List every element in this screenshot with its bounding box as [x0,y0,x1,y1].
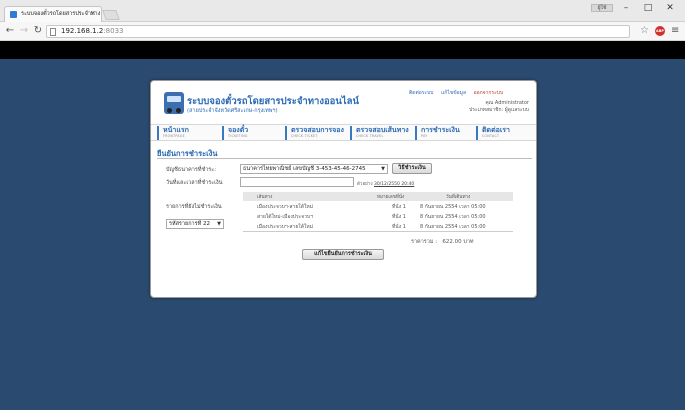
browser-tabstrip: ระบบจองตั๋วรถโดยสารประจำทาง × ผู้ใช้ – □… [0,0,685,22]
url-host: 192.168.1.2 [61,27,104,35]
total-value: 622.00 [442,239,462,245]
tab-title: ระบบจองตั๋วรถโดยสารประจำทาง [21,11,101,17]
contact-link[interactable]: ติดต่อระบบ [409,90,433,96]
trip-table-header: เส้นทาง หมายเลขที่นั่ง วันที่เดินทาง [243,192,513,201]
adblock-icon[interactable]: ABP [655,26,665,36]
table-divider [243,231,513,232]
browser-menu-icon[interactable]: ≡ [671,25,679,37]
chevron-down-icon: ▼ [381,166,385,172]
top-links: ติดต่อระบบ แก้ไขข้อมูล ออกจากระบบ [409,89,509,97]
nav-sublabel: CHECK TRAVEL [356,134,384,138]
main-nav: หน้าแรก FRONTPAGE จองตั๋ว TICKETING ตรวจ… [151,124,536,141]
nav-label: ตรวจสอบการจอง [291,126,344,134]
pending-order-select[interactable]: รหัสรายการที่ 22 ▼ [166,219,224,229]
nav-sublabel: CONTACT [482,134,500,138]
nav-check-ticket[interactable]: ตรวจสอบการจอง CHECK TICKET [285,126,344,140]
address-bar[interactable]: 192.168.1.2:8033 [46,25,630,38]
date-hint-prefix: ตัวอย่าง [357,182,373,187]
payment-date-label: วันที่และเวลาที่ชำระเงิน [166,180,223,186]
column-date: วันที่เดินทาง [446,195,471,200]
bus-logo-icon [164,92,184,114]
table-row: สายใต้ใหม่-เมืองประจวบฯ ที่นั่ง 1 8 กันย… [243,212,513,221]
seat-cell: ที่นั่ง 1 [392,204,406,210]
user-info: คุณ Administrator ประเภทสมาชิก: ผู้ดูแลร… [469,100,529,114]
nav-check-travel[interactable]: ตรวจสอบเส้นทาง CHECK TRAVEL [350,126,409,140]
page-favicon-icon [10,11,17,18]
seat-cell: ที่นั่ง 1 [392,224,406,230]
route-cell: เมืองประจวบฯ-สายใต้ใหม่ [257,204,314,210]
seat-cell: ที่นั่ง 1 [392,214,406,220]
route-cell: สายใต้ใหม่-เมืองประจวบฯ [257,214,314,220]
table-row: เมืองประจวบฯ-สายใต้ใหม่ ที่นั่ง 1 8 กันย… [243,202,513,211]
user-name: คุณ Administrator [485,100,529,106]
profile-button[interactable]: ผู้ใช้ [591,4,613,12]
reload-icon[interactable]: ↻ [32,25,44,37]
new-tab-button[interactable] [102,10,120,20]
submit-payment-button[interactable]: แก้ไขยืนยันการชำระเงิน [302,249,384,260]
nav-label: ติดต่อเรา [482,126,510,134]
date-cell: 8 กันยายน 2554 เวลา 05:00 [420,214,486,220]
browser-tab[interactable]: ระบบจองตั๋วรถโดยสารประจำทาง × [4,6,102,22]
account-label: บัญชีธนาคารที่ชำระ: [166,167,217,173]
bank-account-select[interactable]: ธนาคารไทยพาณิชย์ เลขบัญชี 3-453-45-46-27… [240,164,388,174]
browser-toolbar: ← → ↻ 192.168.1.2:8033 ☆ ABP ≡ [0,22,685,41]
page-header-bar [0,41,685,59]
nav-sublabel: CHECK TICKET [291,134,318,138]
date-cell: 8 กันยายน 2554 เวลา 05:00 [420,224,486,230]
maximize-icon[interactable]: □ [637,1,659,15]
route-cell: เมืองประจวบฯ-สายใต้ใหม่ [257,224,314,230]
forward-icon[interactable]: → [18,25,30,37]
date-hint: ตัวอย่าง 30/12/2550 20:40 [357,180,414,187]
column-route: เส้นทาง [257,195,273,200]
back-icon[interactable]: ← [4,25,16,37]
payment-date-input[interactable] [240,177,354,187]
close-window-icon[interactable]: ✕ [659,1,681,15]
nav-label: จองตั๋ว [228,126,249,134]
table-row: เมืองประจวบฯ-สายใต้ใหม่ ที่นั่ง 1 8 กันย… [243,222,513,231]
date-hint-example: 30/12/2550 20:40 [373,182,415,187]
nav-label: หน้าแรก [163,126,189,134]
url-port: :8033 [103,27,124,35]
minimize-icon[interactable]: – [615,1,637,15]
edit-profile-link[interactable]: แก้ไขข้อมูล [441,90,466,96]
page-icon [50,28,56,36]
pending-label: รายการที่ยังไม่ชำระเงิน [166,204,222,210]
bookmark-star-icon[interactable]: ☆ [640,25,649,37]
nav-label: การชำระเงิน [421,126,460,134]
chevron-down-icon: ▼ [217,221,221,227]
how-to-pay-button[interactable]: วิธีชำระเงิน [392,163,432,174]
nav-label: ตรวจสอบเส้นทาง [356,126,409,134]
date-cell: 8 กันยายน 2554 เวลา 05:00 [420,204,486,210]
nav-home[interactable]: หน้าแรก FRONTPAGE [157,126,189,140]
site-subtitle: (สายประจำจังหวัดศรีสะเกษ-กรุงเทพฯ) [187,108,278,114]
total-label: ราคารวม : [411,239,438,245]
nav-contact[interactable]: ติดต่อเรา CONTACT [476,126,510,140]
total-price: ราคารวม : 622.00 บาท [411,238,474,246]
nav-payment[interactable]: การชำระเงิน PAY [415,126,460,140]
total-unit: บาท [463,239,474,245]
logout-link[interactable]: ออกจากระบบ [474,90,504,96]
close-tab-icon[interactable]: × [90,9,96,17]
nav-sublabel: PAY [421,134,428,138]
main-panel: ระบบจองตั๋วรถโดยสารประจำทางออนไลน์ (สายป… [150,80,537,298]
nav-sublabel: TICKETING [228,134,248,138]
bank-account-value: ธนาคารไทยพาณิชย์ เลขบัญชี 3-453-45-46-27… [243,166,366,172]
nav-ticketing[interactable]: จองตั๋ว TICKETING [222,126,248,140]
user-role: ประเภทสมาชิก: ผู้ดูแลระบบ [469,107,529,113]
column-seat: หมายเลขที่นั่ง [377,195,405,200]
nav-sublabel: FRONTPAGE [163,134,185,138]
pending-order-value: รหัสรายการที่ 22 [169,221,210,227]
divider [157,158,532,159]
